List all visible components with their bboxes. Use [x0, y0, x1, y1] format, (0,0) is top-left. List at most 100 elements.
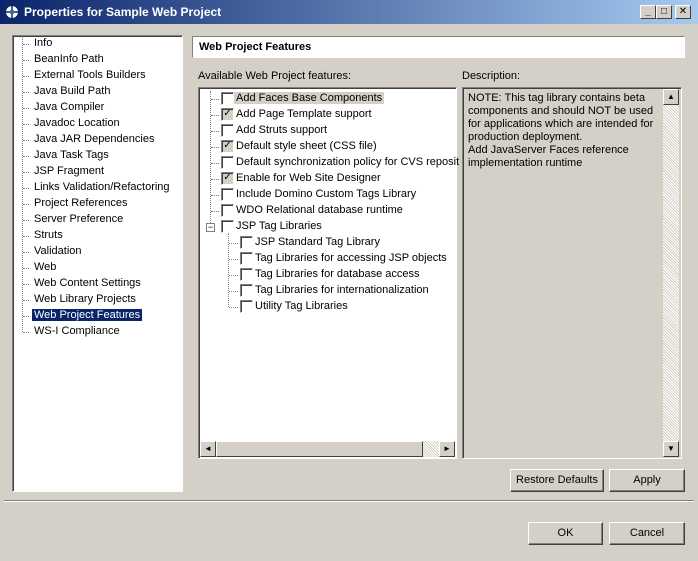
- nav-item[interactable]: Java Task Tags: [32, 148, 111, 164]
- feature-item[interactable]: JSP Tag Libraries: [234, 219, 324, 234]
- jsp-tree-guide: [228, 233, 229, 307]
- jsp-item[interactable]: Utility Tag Libraries: [253, 299, 350, 314]
- feature-checkbox[interactable]: ✓: [221, 140, 234, 153]
- scroll-left-button[interactable]: ◄: [200, 441, 216, 457]
- feature-checkbox[interactable]: [221, 204, 234, 217]
- features-tree-connector: [211, 99, 219, 100]
- nav-item[interactable]: Web Library Projects: [32, 292, 138, 308]
- features-tree-connector: [211, 131, 219, 132]
- feature-item[interactable]: Add Struts support: [234, 123, 329, 138]
- maximize-button[interactable]: □: [656, 5, 672, 19]
- nav-item[interactable]: Server Preference: [32, 212, 125, 228]
- properties-nav-tree[interactable]: Info BeanInfo Path External Tools Builders…: [12, 35, 183, 492]
- restore-defaults-button[interactable]: Restore Defaults: [510, 469, 604, 492]
- nav-tree-connector: [23, 204, 29, 205]
- feature-checkbox[interactable]: [221, 220, 234, 233]
- jsp-checkbox[interactable]: [240, 284, 253, 297]
- nav-item[interactable]: Javadoc Location: [32, 116, 122, 132]
- feature-checkbox[interactable]: ✓: [221, 108, 234, 121]
- nav-item[interactable]: Java Build Path: [32, 84, 112, 100]
- nav-tree-connector: [23, 140, 29, 141]
- jsp-tree-connector: [229, 259, 238, 260]
- nav-item[interactable]: JSP Fragment: [32, 164, 106, 180]
- apply-button[interactable]: Apply: [609, 469, 685, 492]
- nav-item[interactable]: Validation: [32, 244, 84, 260]
- jsp-item-label: Tag Libraries for accessing JSP objects: [255, 252, 447, 264]
- cancel-button[interactable]: Cancel: [609, 522, 685, 545]
- feature-label: Enable for Web Site Designer: [236, 172, 381, 184]
- nav-tree-connector: [23, 60, 29, 61]
- jsp-item[interactable]: JSP Standard Tag Library: [253, 235, 382, 250]
- nav-item[interactable]: Java Compiler: [32, 100, 106, 116]
- feature-checkbox[interactable]: [221, 156, 234, 169]
- minimize-button[interactable]: _: [640, 5, 656, 19]
- nav-item[interactable]: Struts: [32, 228, 65, 244]
- nav-tree-connector: [23, 156, 29, 157]
- features-tree-connector: [211, 163, 219, 164]
- jsp-checkbox[interactable]: [240, 268, 253, 281]
- nav-item-label: Javadoc Location: [34, 117, 120, 129]
- feature-label: WDO Relational database runtime: [236, 204, 403, 216]
- feature-item[interactable]: Add Page Template support: [234, 107, 374, 122]
- collapse-expander[interactable]: −: [206, 223, 215, 232]
- feature-item[interactable]: Include Domino Custom Tags Library: [234, 187, 418, 202]
- ok-button[interactable]: OK: [528, 522, 603, 545]
- close-button[interactable]: ✕: [675, 5, 691, 19]
- nav-item[interactable]: Java JAR Dependencies: [32, 132, 156, 148]
- nav-item[interactable]: Web Content Settings: [32, 276, 143, 292]
- jsp-checkbox[interactable]: [240, 300, 253, 313]
- description-text: NOTE: This tag library contains beta com…: [468, 92, 654, 169]
- features-tree-guide: [210, 91, 211, 227]
- nav-tree-connector: [23, 220, 29, 221]
- jsp-checkbox[interactable]: [240, 252, 253, 265]
- nav-item[interactable]: Links Validation/Refactoring: [32, 180, 172, 196]
- jsp-checkbox[interactable]: [240, 236, 253, 249]
- scroll-right-button[interactable]: ►: [439, 441, 455, 457]
- feature-label: Default synchronization policy for CVS r…: [236, 156, 460, 168]
- scroll-up-button[interactable]: ▲: [663, 89, 679, 105]
- nav-item[interactable]: Info: [32, 36, 54, 52]
- nav-item[interactable]: Project References: [32, 196, 130, 212]
- footer-divider: [4, 500, 694, 502]
- nav-item[interactable]: Web Project Features: [30, 308, 144, 324]
- feature-checkbox[interactable]: ✓: [221, 172, 234, 185]
- nav-tree-connector: [23, 44, 29, 45]
- nav-item-label: Server Preference: [34, 213, 124, 225]
- nav-tree-connector: [23, 316, 29, 317]
- nav-item-label: Web Library Projects: [34, 293, 136, 305]
- nav-tree-connector: [23, 124, 29, 125]
- jsp-item[interactable]: Tag Libraries for internationalization: [253, 283, 431, 298]
- nav-item-label: Web: [34, 261, 57, 273]
- nav-item[interactable]: External Tools Builders: [32, 68, 148, 84]
- feature-item[interactable]: Enable for Web Site Designer: [234, 171, 383, 186]
- feature-checkbox[interactable]: [221, 188, 234, 201]
- nav-item-label: WS-I Compliance: [34, 325, 120, 337]
- jsp-tree-connector: [229, 291, 238, 292]
- feature-item[interactable]: Default style sheet (CSS file): [234, 139, 379, 154]
- feature-checkbox[interactable]: [221, 92, 234, 105]
- description-vscrollbar[interactable]: [663, 89, 679, 457]
- nav-item[interactable]: Web: [32, 260, 58, 276]
- feature-item[interactable]: WDO Relational database runtime: [234, 203, 405, 218]
- feature-item[interactable]: Default synchronization policy for CVS r…: [234, 155, 461, 170]
- nav-tree-connector: [23, 108, 29, 109]
- nav-item-label: Project References: [34, 197, 128, 209]
- nav-tree-connector: [23, 300, 29, 301]
- jsp-tree-connector: [229, 275, 238, 276]
- jsp-item[interactable]: Tag Libraries for database access: [253, 267, 421, 282]
- jsp-item[interactable]: Tag Libraries for accessing JSP objects: [253, 251, 449, 266]
- feature-checkbox[interactable]: [221, 124, 234, 137]
- nav-item[interactable]: BeanInfo Path: [32, 52, 106, 68]
- nav-tree-connector: [23, 268, 29, 269]
- nav-tree-connector: [23, 252, 29, 253]
- nav-item[interactable]: WS-I Compliance: [32, 324, 122, 340]
- scroll-thumb[interactable]: [216, 441, 423, 457]
- feature-item[interactable]: Add Faces Base Components: [234, 91, 385, 106]
- title-bar[interactable]: Properties for Sample Web Project _ □ ✕: [0, 0, 698, 24]
- scroll-down-button[interactable]: ▼: [663, 441, 679, 457]
- jsp-tree-connector: [229, 307, 238, 308]
- nav-item-label: Info: [34, 37, 53, 49]
- nav-item-label: Java Compiler: [34, 101, 105, 113]
- feature-label: Add Struts support: [236, 124, 328, 136]
- nav-item-label: Java JAR Dependencies: [34, 133, 155, 145]
